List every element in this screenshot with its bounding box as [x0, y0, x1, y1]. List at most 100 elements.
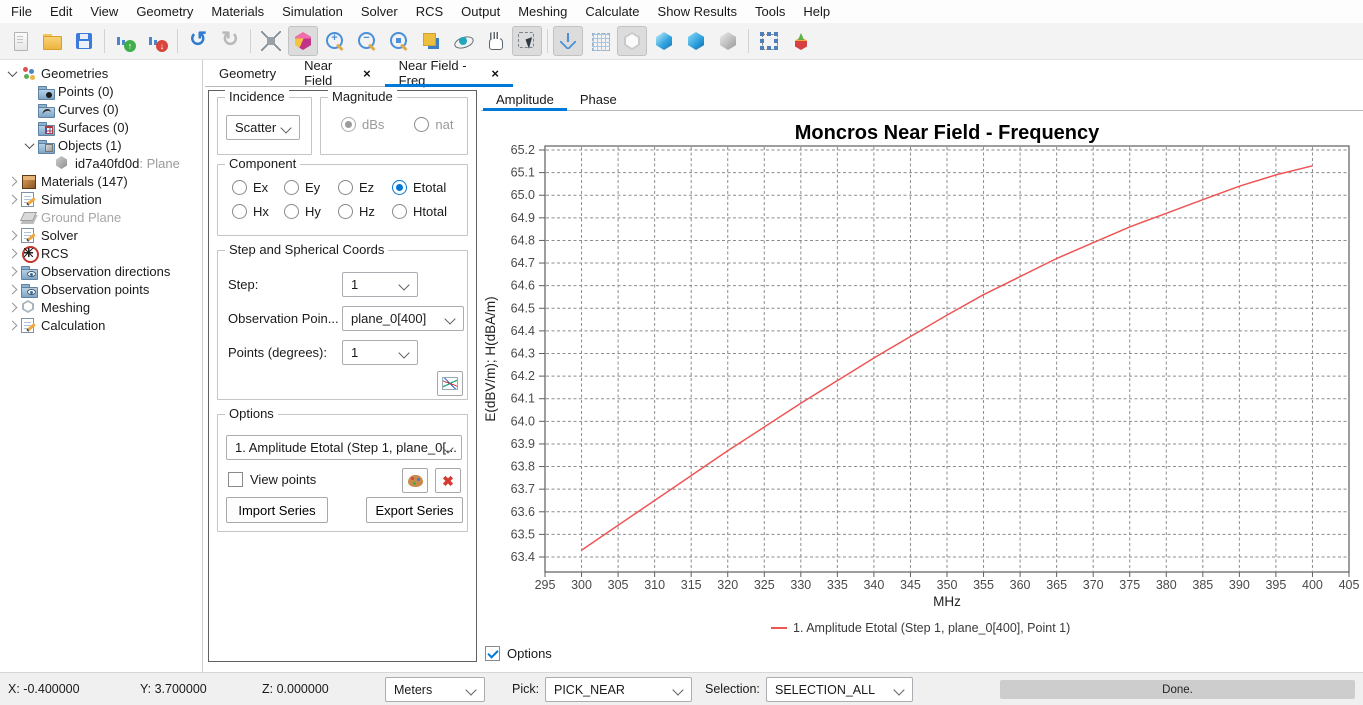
tab-phase[interactable]: Phase	[567, 88, 630, 110]
import-series-button[interactable]: Import Series	[226, 497, 328, 523]
tab-amplitude[interactable]: Amplitude	[483, 88, 567, 110]
menu-help[interactable]: Help	[794, 0, 839, 23]
chevron-right-icon[interactable]	[4, 286, 20, 293]
incidence-select[interactable]: Scatter	[226, 115, 300, 140]
tab-near-field[interactable]: Near Field×	[290, 60, 385, 86]
tab-near-field-freq[interactable]: Near Field - Freq×	[385, 60, 513, 86]
export-button[interactable]	[142, 26, 172, 56]
menu-geometry[interactable]: Geometry	[127, 0, 202, 23]
component-radio-etotal[interactable]: Etotal	[392, 180, 462, 195]
component-radio-htotal[interactable]: Htotal	[392, 204, 462, 219]
menu-meshing[interactable]: Meshing	[509, 0, 576, 23]
redo-button[interactable]	[215, 26, 245, 56]
radio-circle	[284, 180, 299, 195]
close-icon[interactable]: ×	[491, 67, 499, 80]
import-button[interactable]	[110, 26, 140, 56]
select-area-button[interactable]	[512, 26, 542, 56]
field-select-step[interactable]: 1	[342, 272, 418, 297]
fit-view-button[interactable]	[256, 26, 286, 56]
menu-simulation[interactable]: Simulation	[273, 0, 352, 23]
component-radio-hy[interactable]: Hy	[284, 204, 338, 219]
chevron-right-icon[interactable]	[4, 178, 20, 185]
tree-item-geometries[interactable]: Geometries	[0, 64, 202, 82]
svg-text:63.4: 63.4	[511, 550, 535, 564]
save-button[interactable]	[69, 26, 99, 56]
chevron-right-icon[interactable]	[4, 322, 20, 329]
field-select-points-degrees[interactable]: 1	[342, 340, 418, 365]
solid-cube-button[interactable]	[681, 26, 711, 56]
layers-button[interactable]	[416, 26, 446, 56]
grid-button[interactable]	[585, 26, 615, 56]
show-options-checkbox[interactable]: Options	[485, 646, 552, 661]
tree-item-meshing[interactable]: Meshing	[0, 298, 202, 316]
tree-item-surfaces-0[interactable]: Surfaces (0)	[0, 118, 202, 136]
zoom-window-button[interactable]	[384, 26, 414, 56]
field-select-observation-poin[interactable]: plane_0[400]	[342, 306, 464, 331]
chevron-right-icon[interactable]	[4, 268, 20, 275]
tree-item-objects-1[interactable]: Objects (1)	[0, 136, 202, 154]
menu-calculate[interactable]: Calculate	[576, 0, 648, 23]
shaded-cube-button[interactable]	[649, 26, 679, 56]
export-series-button[interactable]: Export Series	[366, 497, 463, 523]
tree-item-observation-directions[interactable]: Observation directions	[0, 262, 202, 280]
menu-output[interactable]: Output	[452, 0, 509, 23]
wireframe-view-button[interactable]	[617, 26, 647, 56]
magnitude-radio-dbs[interactable]: dBs	[341, 117, 384, 132]
tree-item-calculation[interactable]: Calculation	[0, 316, 202, 334]
chevron-right-icon[interactable]	[4, 304, 20, 311]
menu-edit[interactable]: Edit	[41, 0, 81, 23]
chevron-down-icon[interactable]	[21, 142, 37, 149]
transform-gizmo-button[interactable]	[786, 26, 816, 56]
component-radio-ey[interactable]: Ey	[284, 180, 338, 195]
series-select[interactable]: 1. Amplitude Etotal (Step 1, plane_0[...	[226, 435, 462, 460]
menu-rcs[interactable]: RCS	[407, 0, 452, 23]
tree-item-simulation[interactable]: Simulation	[0, 190, 202, 208]
svg-text:375: 375	[1119, 578, 1140, 592]
preview-chart-button[interactable]	[437, 371, 463, 396]
tree-item-curves-0[interactable]: Curves (0)	[0, 100, 202, 118]
series-color-button[interactable]	[402, 468, 428, 493]
axes-button[interactable]	[553, 26, 583, 56]
tree-item-materials-147[interactable]: Materials (147)	[0, 172, 202, 190]
tree-item-observation-points[interactable]: Observation points	[0, 280, 202, 298]
tree-item-id7a40fd0d[interactable]: id7a40fd0d : Plane	[0, 154, 202, 172]
view-points-checkbox[interactable]: View points	[228, 472, 316, 487]
magnitude-radio-nat[interactable]: nat	[414, 117, 453, 132]
close-icon[interactable]: ×	[363, 67, 371, 80]
tree-item-rcs[interactable]: RCS	[0, 244, 202, 262]
shaded-view-button[interactable]	[288, 26, 318, 56]
field-label-observation-poin: Observation Poin...	[228, 311, 339, 326]
component-radio-ez[interactable]: Ez	[338, 180, 392, 195]
menu-materials[interactable]: Materials	[202, 0, 273, 23]
menu-solver[interactable]: Solver	[352, 0, 407, 23]
tree-item-points-0[interactable]: Points (0)	[0, 82, 202, 100]
component-radio-hz[interactable]: Hz	[338, 204, 392, 219]
delete-series-button[interactable]: ✖	[435, 468, 461, 493]
units-select[interactable]: Meters	[385, 677, 485, 702]
redo-icon	[219, 30, 241, 52]
orbit-button[interactable]	[448, 26, 478, 56]
new-button[interactable]	[5, 26, 35, 56]
menu-view[interactable]: View	[81, 0, 127, 23]
component-radio-hx[interactable]: Hx	[232, 204, 284, 219]
pan-button[interactable]	[480, 26, 510, 56]
zoom-in-button[interactable]	[320, 26, 350, 56]
tree-item-ground-plane[interactable]: Ground Plane	[0, 208, 202, 226]
chevron-right-icon[interactable]	[4, 232, 20, 239]
flat-cube-button[interactable]	[713, 26, 743, 56]
chevron-right-icon[interactable]	[4, 250, 20, 257]
pick-select[interactable]: PICK_NEAR	[545, 677, 692, 702]
component-radio-ex[interactable]: Ex	[232, 180, 284, 195]
selection-handles-button[interactable]	[754, 26, 784, 56]
tab-geometry[interactable]: Geometry	[205, 60, 290, 86]
zoom-out-button[interactable]	[352, 26, 382, 56]
chevron-down-icon[interactable]	[4, 70, 20, 77]
open-button[interactable]	[37, 26, 67, 56]
menu-tools[interactable]: Tools	[746, 0, 794, 23]
tree-item-solver[interactable]: Solver	[0, 226, 202, 244]
menu-file[interactable]: File	[2, 0, 41, 23]
menu-show-results[interactable]: Show Results	[649, 0, 746, 23]
undo-button[interactable]	[183, 26, 213, 56]
chevron-right-icon[interactable]	[4, 196, 20, 203]
selection-select[interactable]: SELECTION_ALL	[766, 677, 913, 702]
